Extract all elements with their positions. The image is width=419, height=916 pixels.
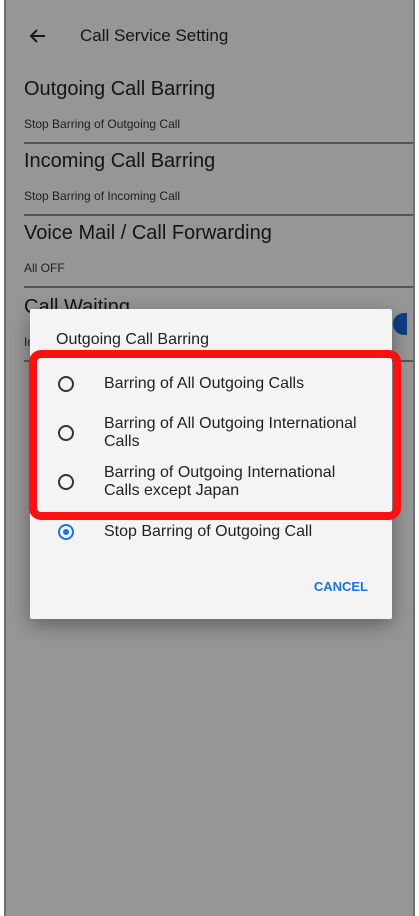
option-stop-barring[interactable]: Stop Barring of Outgoing Call: [30, 519, 392, 545]
radio-button-selected[interactable]: [58, 524, 74, 540]
dialog-title: Outgoing Call Barring: [56, 331, 209, 348]
option-label: Stop Barring of Outgoing Call: [104, 523, 313, 540]
cancel-button[interactable]: CANCEL: [314, 579, 368, 594]
highlight-box: [29, 350, 401, 520]
